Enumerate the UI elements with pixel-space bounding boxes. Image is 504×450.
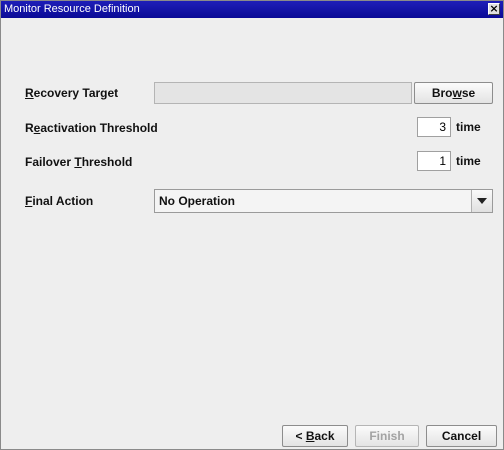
reactivation-threshold-unit: time xyxy=(456,120,481,134)
back-button[interactable]: < Back xyxy=(282,425,348,447)
window-title: Monitor Resource Definition xyxy=(4,3,140,15)
recovery-target-label: Recovery Target xyxy=(25,86,119,100)
failover-threshold-label: Failover Threshold xyxy=(25,155,133,169)
monitor-resource-definition-dialog: Monitor Resource Definition × Recovery T… xyxy=(0,0,504,450)
close-icon: × xyxy=(489,2,499,15)
recovery-target-field[interactable] xyxy=(154,82,412,104)
browse-button[interactable]: Browse xyxy=(414,82,493,104)
final-action-selected-value: No Operation xyxy=(159,194,236,208)
failover-threshold-input[interactable] xyxy=(417,151,451,171)
title-bar: Monitor Resource Definition × xyxy=(1,1,503,18)
final-action-select[interactable]: No Operation xyxy=(154,189,493,213)
close-button[interactable]: × xyxy=(488,3,500,15)
chevron-down-icon xyxy=(477,198,487,204)
cancel-button[interactable]: Cancel xyxy=(426,425,497,447)
finish-button[interactable]: Finish xyxy=(355,425,419,447)
failover-threshold-unit: time xyxy=(456,154,481,168)
final-action-label: Final Action xyxy=(25,194,94,208)
final-action-dropdown-button[interactable] xyxy=(471,190,492,212)
reactivation-threshold-label: Reactivation Threshold xyxy=(25,121,158,135)
reactivation-threshold-input[interactable] xyxy=(417,117,451,137)
